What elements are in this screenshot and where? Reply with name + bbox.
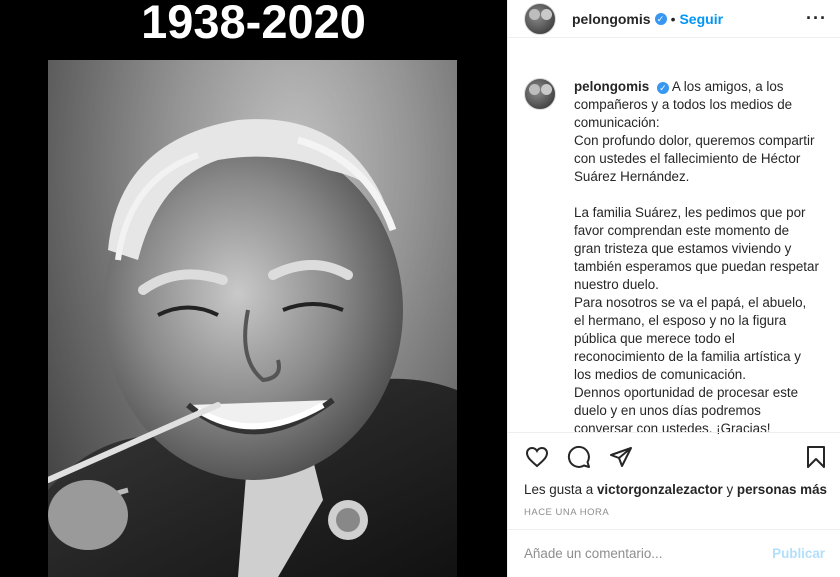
post-photo[interactable]: [48, 60, 457, 577]
comment-form: Publicar: [508, 529, 840, 577]
post-timestamp[interactable]: Hace una hora: [524, 507, 609, 518]
follow-button[interactable]: Seguir: [679, 11, 723, 27]
caption-area: pelongomis ✓ A los amigos, a los compañe…: [508, 54, 840, 434]
bookmark-icon[interactable]: [803, 444, 829, 470]
likes-user-link[interactable]: victorgonzalezactor: [597, 482, 723, 497]
post-panel: pelongomis ✓ • Seguir ··· pelongomis ✓ A…: [507, 0, 840, 577]
caption-verified-badge-icon: ✓: [656, 82, 669, 94]
portrait-illustration: [48, 60, 457, 577]
more-options-icon[interactable]: ···: [806, 8, 827, 29]
comment-icon[interactable]: [566, 444, 592, 470]
caption-text-block: pelongomis ✓ A los amigos, a los compañe…: [574, 78, 819, 434]
caption-avatar[interactable]: [524, 78, 556, 110]
header-avatar[interactable]: [524, 2, 556, 35]
publish-button[interactable]: Publicar: [772, 546, 825, 561]
post-header: pelongomis ✓ • Seguir ···: [508, 0, 840, 38]
verified-badge-icon: ✓: [654, 12, 667, 25]
likes-others-link[interactable]: personas más: [737, 482, 827, 497]
header-separator: •: [670, 10, 676, 27]
likes-prefix: Les gusta a: [524, 482, 594, 497]
likes-middle: y: [726, 482, 734, 497]
media-title-text: 1938-2020: [141, 0, 366, 48]
likes-line: Les gusta a victorgonzalezactor y person…: [524, 482, 827, 497]
post-actions: Les gusta a victorgonzalezactor y person…: [508, 432, 840, 529]
header-username[interactable]: pelongomis: [572, 11, 651, 27]
caption-body: A los amigos, a los compañeros y a todos…: [574, 79, 819, 434]
share-icon[interactable]: [608, 444, 634, 470]
post-media[interactable]: 1938-2020: [0, 0, 507, 577]
caption-username[interactable]: pelongomis: [574, 79, 649, 94]
comment-input[interactable]: [524, 546, 773, 561]
heart-icon[interactable]: [524, 444, 550, 470]
